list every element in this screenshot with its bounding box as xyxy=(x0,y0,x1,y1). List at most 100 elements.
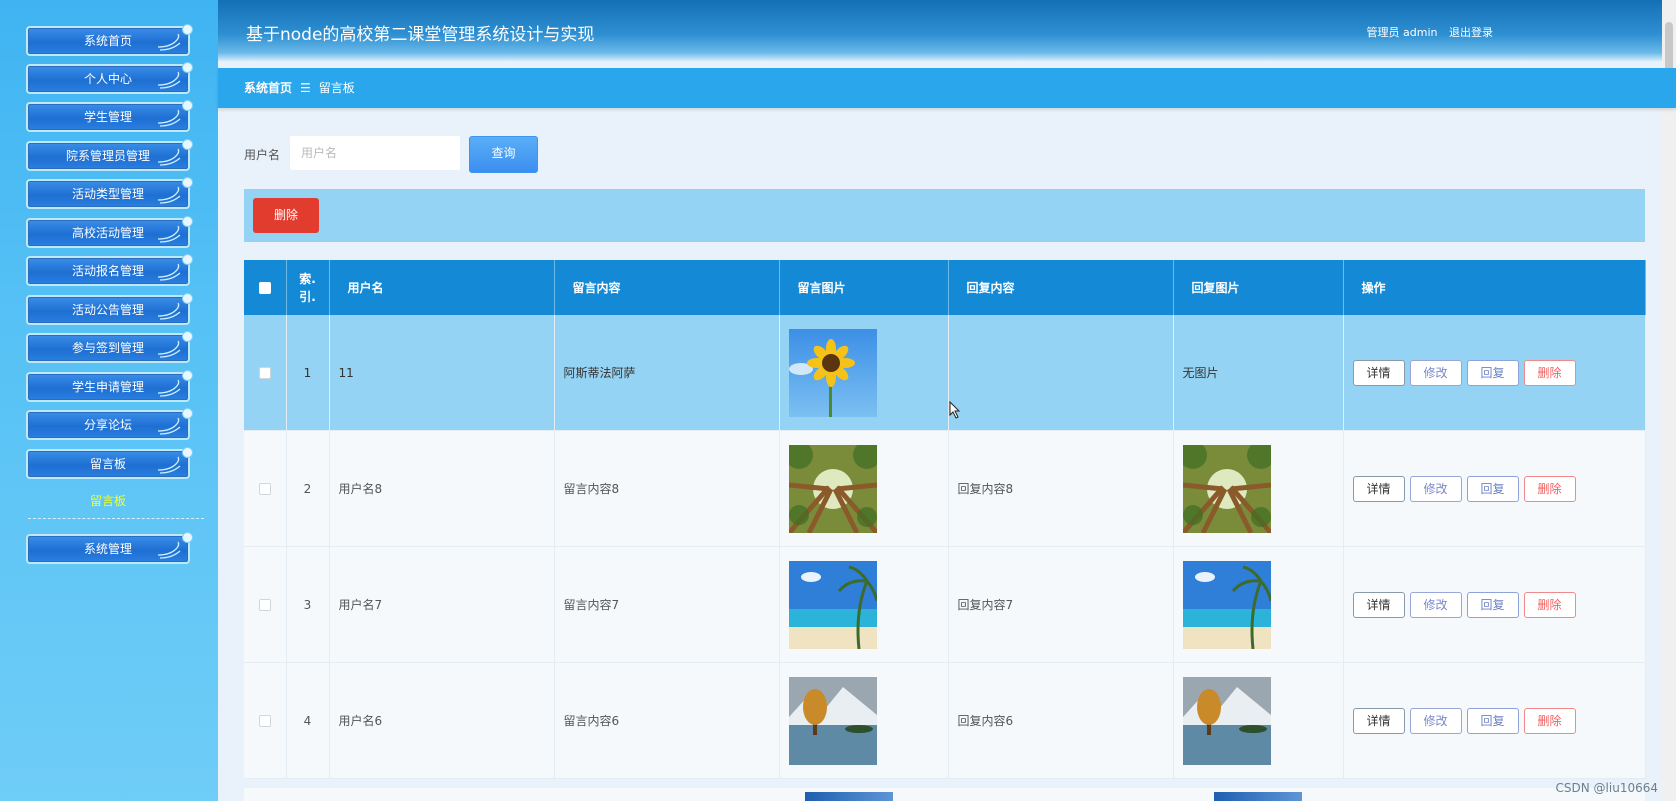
detail-button[interactable]: 详情 xyxy=(1352,707,1405,734)
row-content: 留言内容7 xyxy=(554,546,780,663)
sidebar-item-system[interactable]: 系统管理 xyxy=(26,532,193,564)
sidebar-item-profile[interactable]: 个人中心 xyxy=(26,62,193,94)
row-ops-cell: 详情 修改 回复 删除 xyxy=(1343,315,1646,431)
sidebar-item-label: 活动类型管理 xyxy=(71,187,144,201)
reply-button[interactable]: 回复 xyxy=(1466,475,1519,502)
ornament-dot-icon xyxy=(182,293,193,304)
sidebar-subitem-message-board[interactable]: 留言板 xyxy=(26,492,190,509)
detail-button[interactable]: 详情 xyxy=(1352,475,1405,502)
detail-button[interactable]: 详情 xyxy=(1352,359,1405,386)
user-area: 管理员 admin 退出登录 xyxy=(1359,24,1493,40)
row-checkbox[interactable] xyxy=(258,599,271,611)
forest-image[interactable] xyxy=(788,444,877,533)
sidebar-item-home[interactable]: 系统首页 xyxy=(26,24,193,56)
sidebar-item-announcements[interactable]: 活动公告管理 xyxy=(26,293,193,325)
ornament-dot-icon xyxy=(182,24,193,35)
message-table: 索. 引. 用户名 留言内容 留言图片 回复内容 回复图片 操作 1 11 阿斯蒂… xyxy=(244,260,1646,779)
sidebar-item-message-board[interactable]: 留言板 xyxy=(26,447,193,479)
column-header-reply-image: 回复图片 xyxy=(1173,260,1344,315)
ornament-icon xyxy=(157,456,181,474)
sunflower-image[interactable] xyxy=(788,328,877,417)
beach-image[interactable] xyxy=(1182,560,1271,649)
table-row-partial xyxy=(244,788,1645,801)
breadcrumb-home-link[interactable]: 系统首页 xyxy=(244,81,292,95)
row-image-cell xyxy=(779,430,949,547)
search-label: 用户名 xyxy=(244,148,281,162)
table-row[interactable]: 3 用户名7 留言内容7 回复内容7 详情 修改 回复 删除 xyxy=(244,546,1646,663)
sidebar-item-students[interactable]: 学生管理 xyxy=(26,100,193,132)
edit-button[interactable]: 修改 xyxy=(1409,707,1462,734)
row-username: 用户名7 xyxy=(329,546,555,663)
sidebar-item-label: 系统首页 xyxy=(83,34,132,48)
select-all-checkbox[interactable] xyxy=(258,282,271,294)
lake-image[interactable] xyxy=(1182,676,1271,765)
row-image-cell xyxy=(779,662,949,779)
watermark: CSDN @liu10664 xyxy=(1555,781,1658,795)
ornament-icon xyxy=(157,148,181,166)
logout-link[interactable]: 退出登录 xyxy=(1449,26,1493,39)
row-checkbox[interactable] xyxy=(258,483,271,495)
lake-image[interactable] xyxy=(788,676,877,765)
reply-button[interactable]: 回复 xyxy=(1466,707,1519,734)
no-image-text: 无图片 xyxy=(1182,366,1219,380)
ornament-icon xyxy=(157,225,181,243)
sidebar-item-forum[interactable]: 分享论坛 xyxy=(26,408,193,440)
row-reply-image-cell: 无图片 xyxy=(1173,315,1344,431)
row-reply: 回复内容6 xyxy=(948,662,1174,779)
row-image-cell xyxy=(779,546,949,663)
row-index: 1 xyxy=(286,315,330,431)
reply-button[interactable]: 回复 xyxy=(1466,591,1519,618)
ornament-icon xyxy=(157,541,181,559)
delete-button[interactable]: 删除 xyxy=(1523,475,1576,502)
row-checkbox[interactable] xyxy=(258,367,271,379)
row-checkbox[interactable] xyxy=(258,715,271,727)
table-header-row: 索. 引. 用户名 留言内容 留言图片 回复内容 回复图片 操作 xyxy=(244,260,1646,315)
column-header-index: 索. 引. xyxy=(286,260,330,315)
row-select-cell xyxy=(244,430,287,547)
ornament-dot-icon xyxy=(182,447,193,458)
row-content: 留言内容6 xyxy=(554,662,780,779)
breadcrumb-separator-icon: ☰ xyxy=(300,81,311,95)
sidebar-item-dept-admins[interactable]: 院系管理员管理 xyxy=(26,139,193,171)
row-username: 11 xyxy=(329,315,555,431)
sidebar-item-label: 活动报名管理 xyxy=(71,264,144,278)
detail-button[interactable]: 详情 xyxy=(1352,591,1405,618)
edit-button[interactable]: 修改 xyxy=(1409,591,1462,618)
sidebar-item-label: 活动公告管理 xyxy=(71,303,144,317)
sidebar-item-label: 留言板 xyxy=(89,457,126,471)
sidebar-item-checkins[interactable]: 参与签到管理 xyxy=(26,331,193,363)
app-title: 基于node的高校第二课堂管理系统设计与实现 xyxy=(246,25,595,45)
sidebar-item-label: 分享论坛 xyxy=(83,418,132,432)
sidebar-item-activities[interactable]: 高校活动管理 xyxy=(26,216,193,248)
sidebar-item-applications[interactable]: 学生申请管理 xyxy=(26,370,193,402)
sidebar-item-activity-types[interactable]: 活动类型管理 xyxy=(26,177,193,209)
column-header-ops: 操作 xyxy=(1343,260,1646,315)
partial-image xyxy=(805,792,893,801)
row-image-cell xyxy=(779,315,949,431)
table-row[interactable]: 1 11 阿斯蒂法阿萨 无图片 详情 修改 回复 删除 xyxy=(244,315,1646,431)
beach-image[interactable] xyxy=(788,560,877,649)
ornament-icon xyxy=(157,302,181,320)
reply-button[interactable]: 回复 xyxy=(1466,359,1519,386)
breadcrumb: 系统首页 ☰ 留言板 xyxy=(218,68,1676,108)
ornament-icon xyxy=(157,186,181,204)
ornament-dot-icon xyxy=(182,216,193,227)
sidebar-item-registrations[interactable]: 活动报名管理 xyxy=(26,254,193,286)
delete-button[interactable]: 删除 xyxy=(1523,359,1576,386)
bulk-delete-button[interactable]: 删除 xyxy=(253,198,319,233)
row-ops-cell: 详情 修改 回复 删除 xyxy=(1343,662,1646,779)
column-header-username: 用户名 xyxy=(329,260,555,315)
page-scrollbar[interactable] xyxy=(1662,0,1676,801)
forest-image[interactable] xyxy=(1182,444,1271,533)
edit-button[interactable]: 修改 xyxy=(1409,475,1462,502)
delete-button[interactable]: 删除 xyxy=(1523,591,1576,618)
table-row[interactable]: 2 用户名8 留言内容8 回复内容8 详情 修改 回复 删除 xyxy=(244,430,1646,547)
username-search-input[interactable] xyxy=(290,136,460,170)
ornament-dot-icon xyxy=(182,532,193,543)
ornament-icon xyxy=(157,263,181,281)
table-row[interactable]: 4 用户名6 留言内容6 回复内容6 详情 修改 回复 删除 xyxy=(244,662,1646,779)
ornament-dot-icon xyxy=(182,370,193,381)
search-button[interactable]: 查询 xyxy=(469,136,538,173)
edit-button[interactable]: 修改 xyxy=(1409,359,1462,386)
delete-button[interactable]: 删除 xyxy=(1523,707,1576,734)
